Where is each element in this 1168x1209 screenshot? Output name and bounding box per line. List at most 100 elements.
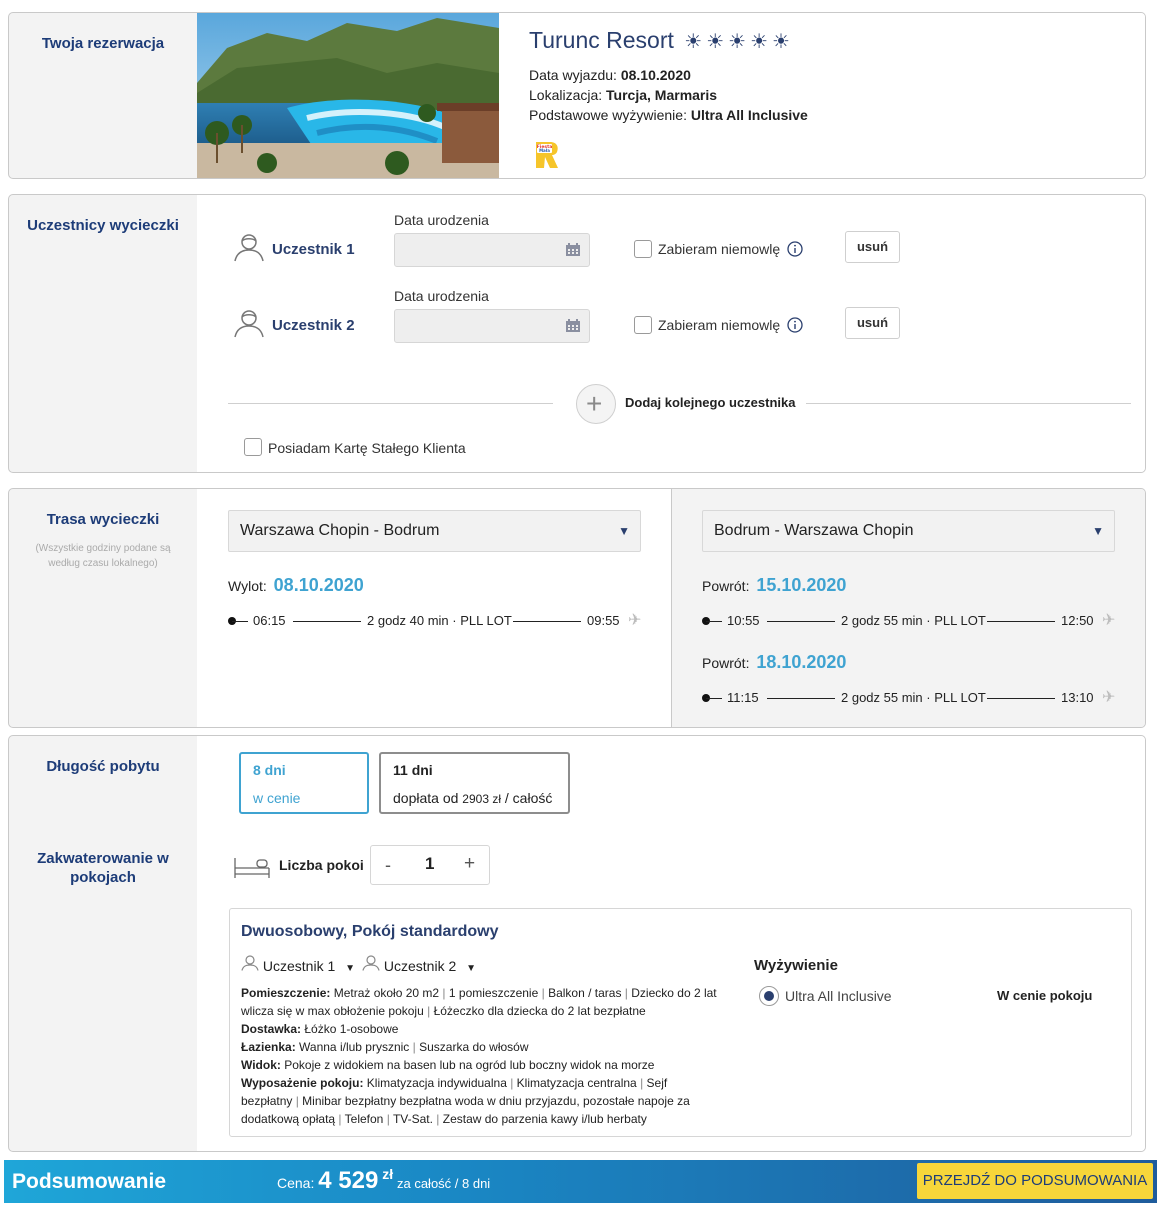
room-detail-item: Łóżeczko dla dziecka do 2 lat bezpłatne (433, 1004, 646, 1018)
participants-panel: Uczestnicy wycieczki Uczestnik 1 Data ur… (8, 194, 1146, 473)
board-option-price: W cenie pokoju (997, 988, 1093, 1003)
price-suffix: za całość / 8 dni (396, 1176, 491, 1191)
bed-icon (233, 854, 271, 883)
person-icon (241, 955, 263, 974)
add-participant-label[interactable]: Dodaj kolejnego uczestnika (625, 395, 796, 410)
outbound-flight-row: 06:15 2 godz 40 min · PLL LOT 09:55 ✈ (228, 612, 648, 629)
board-radio[interactable] (759, 986, 779, 1006)
flight-info: 2 godz 40 min · PLL LOT (367, 613, 512, 628)
flight-info: 2 godz 55 min · PLL LOT (841, 613, 986, 628)
flight-line (767, 698, 835, 699)
route-panel: Trasa wycieczki (Wszystkie godziny podan… (8, 488, 1146, 728)
remove-participant-1-button[interactable]: usuń (845, 231, 900, 263)
location-info: Lokalizacja: Turcja, Marmaris (529, 87, 717, 103)
calendar-icon[interactable] (566, 319, 580, 335)
stay-section-title: Długość pobytu (46, 758, 160, 775)
dropdown-arrow-icon[interactable]: ▼ (618, 511, 630, 551)
separator: | (383, 1112, 393, 1126)
room-participant-1[interactable]: Uczestnik 1 ▼ (241, 955, 355, 974)
rooms-stepper[interactable]: - 1 + (370, 845, 490, 885)
dob-input-2[interactable] (394, 309, 590, 343)
board-value: Ultra All Inclusive (690, 107, 808, 123)
caret-down-icon[interactable]: ▼ (345, 963, 355, 974)
stay-option-11-days[interactable]: 11 dni dopłata od 2903 zł / całość (379, 752, 570, 814)
outbound-route-select[interactable]: Warszawa Chopin - Bodrum ▼ (228, 510, 641, 552)
return-flight-row-2: 11:15 2 godz 55 min · PLL LOT 13:10 ✈ (702, 689, 1122, 706)
surcharge-prefix: dopłata od (393, 790, 459, 806)
flight-info: 2 godz 55 min · PLL LOT (841, 690, 986, 705)
loyalty-checkbox[interactable] (244, 438, 262, 456)
room-detail-item: Zestaw do parzenia kawy i/lub herbaty (442, 1112, 647, 1126)
separator: | (538, 986, 549, 1000)
stay-option-title: 8 dni (253, 762, 286, 778)
flight-line (706, 621, 722, 622)
room-title[interactable]: Dwuosobowy, Pokój standardowy (241, 923, 499, 941)
star-rating: ☀☀☀☀☀ (684, 31, 794, 53)
person-icon (362, 955, 384, 974)
sun-star-icon: ☀ (772, 31, 794, 53)
go-to-summary-button[interactable]: PRZEJDŹ DO PODSUMOWANIA (917, 1163, 1153, 1199)
surcharge-suffix: / całość (504, 790, 553, 806)
return-route-select[interactable]: Bodrum - Warszawa Chopin ▼ (702, 510, 1115, 552)
price-value: 4 529 (318, 1167, 379, 1194)
location-value: Turcja, Marmaris (606, 87, 718, 103)
flight-line (293, 621, 361, 622)
outbound-date-row: Wylot: 08.10.2020 (228, 575, 364, 596)
summary-bar: Podsumowanie Cena: 4 529 zł za całość / … (4, 1160, 1157, 1203)
board-title: Wyżywienie (754, 957, 838, 974)
participant-row-2: Uczestnik 2 Data urodzenia Zabieram niem… (229, 286, 929, 346)
stay-option-8-days[interactable]: 8 dni w cenie (239, 752, 369, 814)
hotel-name[interactable]: Turunc Resort ☀☀☀☀☀ (529, 26, 794, 56)
hotel-name-text[interactable]: Turunc Resort (529, 27, 674, 53)
return-label-2: Powrót: (702, 655, 750, 671)
separator: | (409, 1040, 420, 1054)
return-date-1[interactable]: 15.10.2020 (756, 575, 846, 595)
plus-icon[interactable]: + (586, 388, 602, 420)
return-date-2[interactable]: 18.10.2020 (756, 652, 846, 672)
sun-star-icon: ☀ (684, 31, 707, 53)
person-icon (233, 232, 265, 265)
divider-left (228, 403, 553, 404)
flight-line (706, 698, 722, 699)
accommodation-section-title: Zakwaterowanie w pokojach (37, 850, 169, 886)
info-icon[interactable] (787, 317, 803, 336)
room-participant-2[interactable]: Uczestnik 2 ▼ (362, 955, 476, 974)
room-detail-item: Pokoje z widokiem na basen lub na ogród … (284, 1058, 655, 1072)
hotel-photo[interactable] (197, 13, 499, 178)
rooms-increase-button[interactable]: + (464, 853, 475, 875)
rooms-label: Liczba pokoi (279, 857, 364, 873)
person-icon (233, 308, 265, 341)
add-participant-button[interactable]: + (576, 384, 616, 424)
flight-line (987, 621, 1055, 622)
room-detail-line: Pomieszczenie: Metraż około 20 m2 | 1 po… (241, 984, 721, 1020)
rooms-decrease-button[interactable]: - (385, 855, 391, 876)
stay-panel: Długość pobytu Zakwaterowanie w pokojach… (8, 735, 1146, 1152)
room-detail-item: Łóżko 1-osobowe (304, 1022, 399, 1036)
calendar-icon[interactable] (566, 243, 580, 259)
remove-participant-2-button[interactable]: usuń (845, 307, 900, 339)
dob-input-1[interactable] (394, 233, 590, 267)
airplane-icon: ✈ (1102, 612, 1116, 629)
price-label: Cena: (277, 1175, 315, 1191)
departure-time: 10:55 (727, 613, 760, 628)
infant-label-2: Zabieram niemowlę (658, 317, 781, 333)
room-detail-item: Suszarka do włosów (419, 1040, 529, 1054)
arrival-time: 09:55 (587, 613, 620, 628)
caret-down-icon[interactable]: ▼ (466, 963, 476, 974)
dropdown-arrow-icon[interactable]: ▼ (1092, 511, 1104, 551)
separator: | (506, 1076, 517, 1090)
stay-option-subtitle: dopłata od 2903 zł / całość (393, 790, 552, 806)
room-detail-item: Wanna i/lub prysznic (299, 1040, 410, 1054)
room-detail-item: Metraż około 20 m2 (333, 986, 440, 1000)
rooms-count-value[interactable]: 1 (425, 854, 434, 874)
separator: | (432, 1112, 443, 1126)
surcharge-amount: 2903 zł (462, 792, 501, 806)
room-detail-item: Klimatyzacja centralna (516, 1076, 637, 1090)
location-label: Lokalizacja: (529, 87, 603, 103)
infant-checkbox-2[interactable] (634, 316, 652, 334)
info-icon[interactable] (787, 241, 803, 260)
divider-right (806, 403, 1131, 404)
room-participant-name: Uczestnik 2 (383, 958, 457, 974)
infant-checkbox-1[interactable] (634, 240, 652, 258)
separator: | (439, 986, 449, 1000)
